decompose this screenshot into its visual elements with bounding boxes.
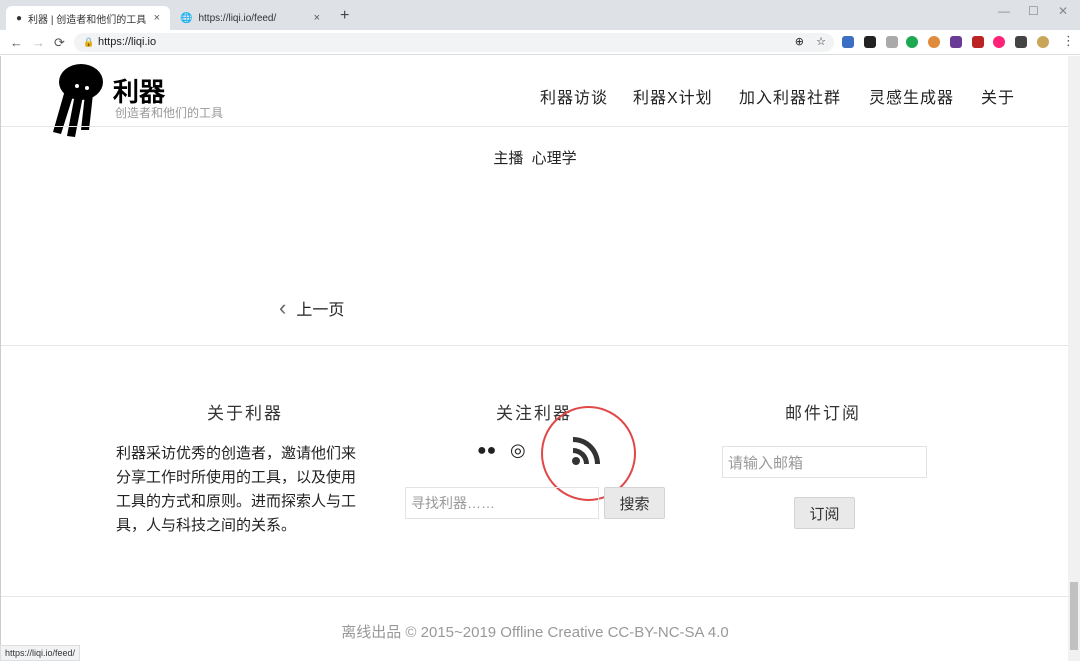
puzzle-icon[interactable] — [1015, 36, 1027, 48]
menu-inspiration[interactable]: 灵感生成器 — [869, 84, 954, 108]
prev-page-label: 上一页 — [296, 302, 345, 319]
new-tab-button[interactable]: + — [340, 7, 349, 25]
globe-icon: 🌐 — [180, 12, 193, 24]
star-icon[interactable]: ☆ — [816, 33, 826, 52]
search-input[interactable]: 寻找利器…… — [405, 487, 599, 519]
menu-interviews[interactable]: 利器访谈 — [540, 84, 608, 108]
maximize-icon[interactable]: ☐ — [1028, 4, 1039, 18]
chevron-left-icon: ‹ — [279, 295, 287, 320]
page: 利器 创造者和他们的工具 利器访谈 利器X计划 加入利器社群 灵感生成器 关于 … — [0, 56, 1069, 661]
tab-label: https://liqi.io/feed/ — [198, 12, 277, 24]
scrollbar-thumb[interactable] — [1070, 582, 1078, 650]
extension-icon[interactable] — [842, 36, 854, 48]
zoom-icon[interactable]: ⊕ — [795, 33, 804, 52]
subscribe-button[interactable]: 订阅 — [794, 497, 855, 529]
wechat-icon[interactable]: ●● — [477, 442, 496, 460]
close-window-icon[interactable]: ✕ — [1058, 4, 1068, 18]
search-button[interactable]: 搜索 — [604, 487, 665, 519]
email-placeholder: 请输入邮箱 — [728, 454, 804, 472]
about-heading: 关于利器 — [207, 404, 283, 423]
url-input[interactable]: 🔒 https://liqi.io ⊕ ☆ — [74, 33, 834, 52]
address-bar: ← → ⟳ 🔒 https://liqi.io ⊕ ☆ ⋮ — [0, 30, 1080, 55]
extension-icon[interactable] — [864, 36, 876, 48]
status-bar-url: https://liqi.io/feed/ — [0, 645, 81, 661]
reload-icon[interactable]: ⟳ — [54, 35, 65, 51]
close-tab-icon[interactable]: × — [154, 12, 160, 24]
extension-icon[interactable] — [886, 36, 898, 48]
url-text: https://liqi.io — [98, 36, 157, 48]
extension-icon[interactable] — [993, 36, 1005, 48]
weibo-icon[interactable]: ◎ — [510, 440, 526, 461]
divider — [1, 126, 1069, 127]
menu-x-plan[interactable]: 利器X计划 — [633, 84, 713, 108]
copyright: 离线出品 © 2015~2019 Offline Creative CC-BY-… — [341, 624, 729, 641]
extension-icon[interactable] — [928, 36, 940, 48]
extension-icon[interactable] — [906, 36, 918, 48]
rss-icon[interactable] — [571, 434, 603, 466]
menu-dots-icon[interactable]: ⋮ — [1062, 33, 1075, 49]
menu-community[interactable]: 加入利器社群 — [739, 84, 841, 108]
minimize-icon[interactable]: — — [998, 4, 1010, 18]
lock-icon: 🔒 — [83, 37, 95, 47]
extension-icon[interactable] — [950, 36, 962, 48]
search-placeholder: 寻找利器…… — [411, 495, 495, 511]
tab-feed[interactable]: 🌐 https://liqi.io/feed/ × — [170, 6, 330, 30]
prev-page-link[interactable]: ‹ 上一页 — [279, 295, 344, 321]
back-icon[interactable]: ← — [10, 35, 23, 50]
subscribe-heading: 邮件订阅 — [785, 404, 861, 423]
profile-avatar[interactable] — [1037, 36, 1049, 48]
extension-icon[interactable] — [972, 36, 984, 48]
tags[interactable]: 主播 心理学 — [435, 147, 635, 168]
tab-label: 利器 | 创造者和他们的工具 — [28, 14, 147, 26]
divider — [1, 345, 1069, 346]
close-tab-icon[interactable]: × — [314, 12, 320, 24]
site-subtitle: 创造者和他们的工具 — [115, 106, 224, 120]
email-input[interactable]: 请输入邮箱 — [722, 446, 927, 478]
divider — [1, 596, 1069, 597]
jellyfish-favicon-icon: ● — [16, 12, 23, 24]
tab-liqi[interactable]: ● 利器 | 创造者和他们的工具 × — [6, 6, 170, 30]
forward-icon[interactable]: → — [32, 35, 45, 50]
tab-bar: ● 利器 | 创造者和他们的工具 × 🌐 https://liqi.io/feed/ ×… — [0, 0, 1080, 30]
menu-about[interactable]: 关于 — [981, 84, 1015, 108]
about-text: 利器采访优秀的创造者，邀请他们来分享工作时所使用的工具，以及使用工具的方式和原则… — [116, 445, 357, 534]
scrollbar[interactable] — [1068, 56, 1080, 661]
